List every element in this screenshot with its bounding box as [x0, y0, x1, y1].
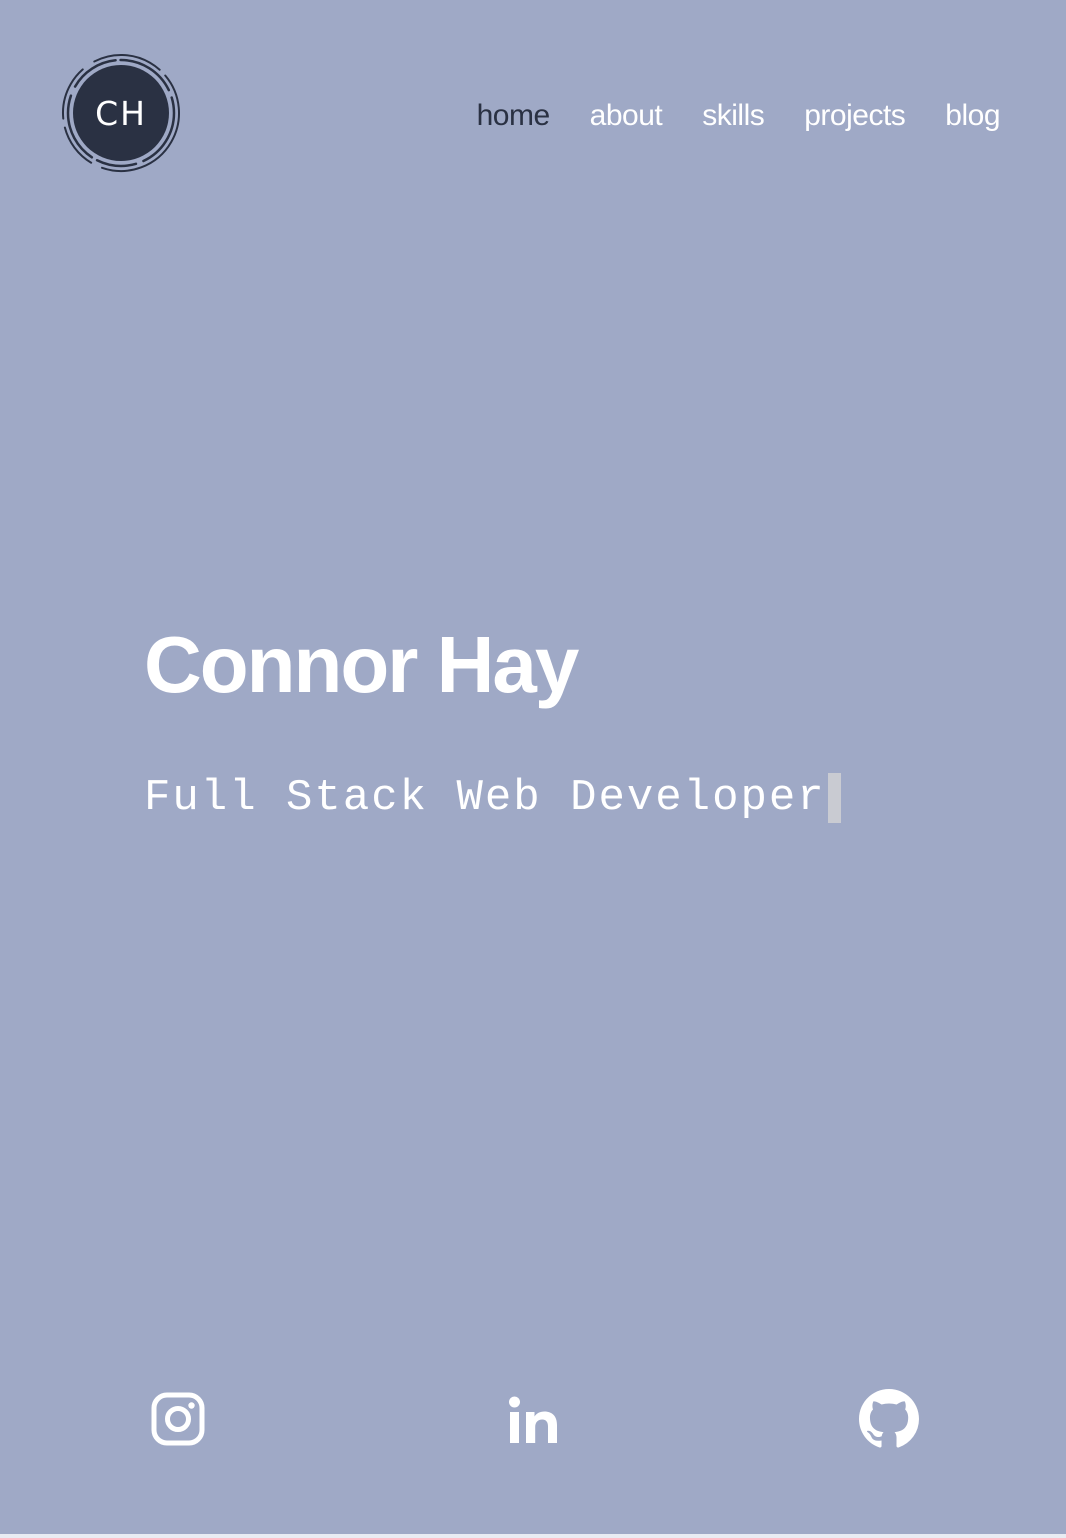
nav-item-home[interactable]: home: [477, 96, 551, 136]
logo-text: CH: [95, 93, 147, 133]
linkedin-link[interactable]: [500, 1386, 566, 1452]
github-icon: [859, 1389, 919, 1448]
instagram-icon: [151, 1392, 205, 1446]
nav-item-about[interactable]: about: [590, 96, 663, 136]
logo[interactable]: CH: [60, 52, 182, 174]
linkedin-icon: [509, 1396, 557, 1443]
nav-item-blog[interactable]: blog: [945, 96, 1000, 136]
nav-item-skills[interactable]: skills: [702, 96, 765, 136]
typing-cursor: [827, 773, 841, 823]
main-nav: home about skills projects blog: [477, 96, 1001, 136]
page-background: CH home about skills projects blog Conno…: [0, 0, 1066, 1534]
bottom-strip: [0, 1534, 1066, 1538]
hero-role: Full Stack Web Developer: [144, 772, 841, 824]
github-link[interactable]: [856, 1386, 922, 1452]
hero-name: Connor Hay: [144, 620, 579, 709]
nav-item-projects[interactable]: projects: [804, 96, 906, 136]
instagram-link[interactable]: [145, 1386, 211, 1452]
hero-role-text: Full Stack Web Developer: [144, 773, 826, 823]
